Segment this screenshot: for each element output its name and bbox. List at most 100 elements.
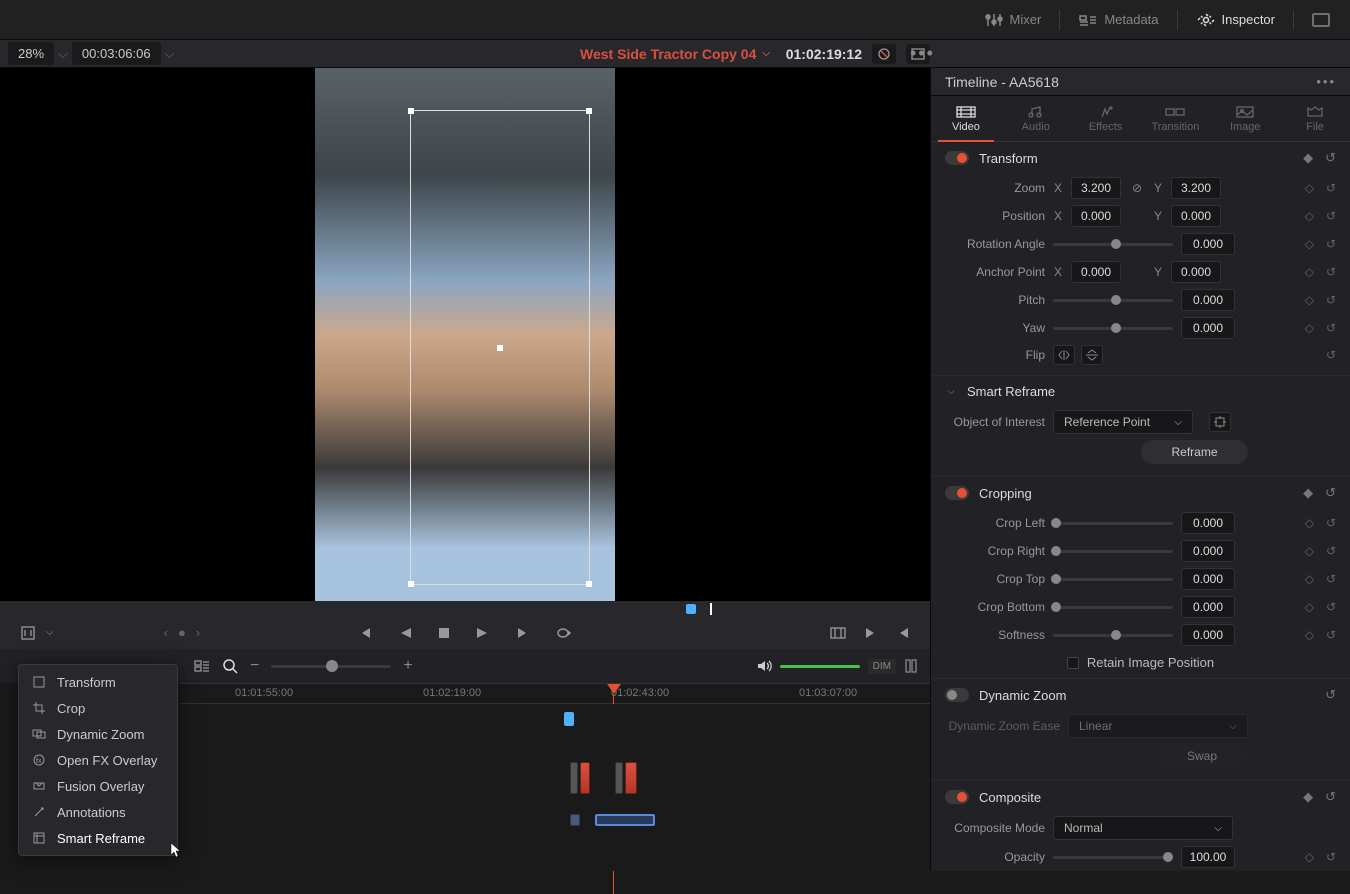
scrub-playhead[interactable]	[710, 603, 712, 615]
menu-open-fx[interactable]: fxOpen FX Overlay	[19, 747, 177, 773]
timeline-tracks[interactable]	[180, 704, 930, 872]
mixer-button[interactable]: Mixer	[974, 6, 1052, 33]
reframe-rectangle[interactable]	[410, 110, 590, 585]
pitch-input[interactable]	[1181, 289, 1235, 311]
crop-right-slider[interactable]	[1053, 550, 1173, 553]
reset-icon[interactable]: ↺	[1326, 628, 1336, 642]
keyframe-icon[interactable]: ◇	[1305, 600, 1314, 614]
handle-bottom-left[interactable]	[408, 581, 414, 587]
crop-bottom-slider[interactable]	[1053, 606, 1173, 609]
anchor-y-input[interactable]	[1171, 261, 1221, 283]
tab-image[interactable]: Image	[1210, 96, 1280, 141]
collapse-caret[interactable]: ⌵	[945, 386, 957, 397]
target-button[interactable]	[1209, 412, 1231, 432]
metadata-button[interactable]: Metadata	[1068, 6, 1168, 33]
inspector-button[interactable]: Inspector	[1186, 6, 1285, 33]
volume-slider[interactable]	[780, 665, 860, 668]
timeline-marker[interactable]	[564, 712, 574, 726]
reset-icon[interactable]: ↺	[1326, 293, 1336, 307]
handle-center[interactable]	[497, 345, 503, 351]
menu-fusion[interactable]: Fusion Overlay	[19, 773, 177, 799]
reset-icon[interactable]: ↺	[1326, 321, 1336, 335]
dynamic-zoom-toggle[interactable]	[945, 688, 969, 702]
reset-icon[interactable]: ↺	[1325, 789, 1336, 805]
yaw-slider[interactable]	[1053, 327, 1173, 330]
stop-button[interactable]	[437, 626, 451, 640]
zoom-y-input[interactable]	[1171, 177, 1221, 199]
match-frame-button[interactable]	[830, 626, 846, 640]
link-icon[interactable]: ⊘	[1129, 181, 1145, 195]
next-clip-button[interactable]	[864, 626, 878, 640]
clip[interactable]	[625, 762, 637, 794]
yaw-input[interactable]	[1181, 317, 1235, 339]
tab-transition[interactable]: Transition	[1140, 96, 1210, 141]
prev-clip-button[interactable]	[896, 626, 910, 640]
clip[interactable]	[570, 814, 580, 826]
zoom-slider[interactable]	[271, 665, 391, 668]
opacity-slider[interactable]	[1053, 856, 1173, 859]
reset-icon[interactable]: ↺	[1326, 265, 1336, 279]
last-frame-button[interactable]	[513, 626, 531, 640]
flip-h-button[interactable]	[1053, 345, 1075, 365]
reset-icon[interactable]: ↺	[1326, 348, 1336, 362]
crop-left-input[interactable]	[1181, 512, 1235, 534]
reset-icon[interactable]: ↺	[1326, 237, 1336, 251]
clip[interactable]	[580, 762, 590, 794]
first-frame-button[interactable]	[357, 626, 375, 640]
clip[interactable]	[570, 762, 578, 794]
scrubber-bar[interactable]	[0, 601, 930, 616]
zoom-percent[interactable]: 28%	[8, 42, 54, 65]
ooi-select[interactable]: Reference Point⌵	[1053, 410, 1193, 434]
keyframe-icon[interactable]: ◇	[1305, 850, 1314, 864]
timeline-ruler[interactable]: 01:01:55:00 01:02:19:00 01:02:43:00 01:0…	[180, 683, 930, 704]
menu-dynamic-zoom[interactable]: Dynamic Zoom	[19, 721, 177, 747]
handle-bottom-right[interactable]	[586, 581, 592, 587]
timecode-left[interactable]: 00:03:06:06	[72, 42, 161, 65]
opacity-input[interactable]	[1181, 846, 1235, 868]
play-button[interactable]	[475, 626, 489, 640]
mode-select[interactable]: Normal⌵	[1053, 816, 1233, 840]
dim-button[interactable]: DIM	[868, 659, 896, 674]
zoom-thumb[interactable]	[326, 660, 338, 672]
keyframe-icon[interactable]: ◇	[1305, 181, 1314, 195]
pitch-slider[interactable]	[1053, 299, 1173, 302]
bypass-icon[interactable]	[872, 44, 896, 64]
handle-top-right[interactable]	[586, 108, 592, 114]
crop-right-input[interactable]	[1181, 540, 1235, 562]
reset-icon[interactable]: ↺	[1326, 600, 1336, 614]
crop-top-input[interactable]	[1181, 568, 1235, 590]
handle-top-left[interactable]	[408, 108, 414, 114]
viewer[interactable]	[0, 68, 930, 601]
crop-bottom-input[interactable]	[1181, 596, 1235, 618]
crop-left-slider[interactable]	[1053, 522, 1173, 525]
keyframe-icon[interactable]: ◇	[1305, 572, 1314, 586]
zoom-x-input[interactable]	[1071, 177, 1121, 199]
clip[interactable]	[615, 762, 623, 794]
anchor-x-input[interactable]	[1071, 261, 1121, 283]
more-options[interactable]: •••	[910, 43, 935, 64]
softness-slider[interactable]	[1053, 634, 1173, 637]
keyframe-icon[interactable]: ◇	[1305, 265, 1314, 279]
rotation-slider[interactable]	[1053, 243, 1173, 246]
reset-icon[interactable]: ↺	[1325, 150, 1336, 166]
tab-audio[interactable]: Audio	[1001, 96, 1071, 141]
loop-button[interactable]	[555, 626, 573, 640]
reset-icon[interactable]: ↺	[1326, 572, 1336, 586]
reframe-button[interactable]: Reframe	[1141, 440, 1247, 464]
keyframe-icon[interactable]: ◇	[1305, 321, 1314, 335]
rotation-input[interactable]	[1181, 233, 1235, 255]
zoom-in-button[interactable]: +	[403, 657, 412, 675]
meters-button[interactable]	[904, 658, 918, 674]
reset-icon[interactable]: ↺	[1326, 850, 1336, 864]
timeline-view-button[interactable]	[194, 658, 210, 674]
zoom-to-fit-button[interactable]	[222, 658, 238, 674]
crop-top-slider[interactable]	[1053, 578, 1173, 581]
keyframe-icon[interactable]: ◇	[1305, 293, 1314, 307]
reset-icon[interactable]: ↺	[1326, 181, 1336, 195]
retain-checkbox[interactable]	[1067, 657, 1079, 669]
zoom-out-button[interactable]: −	[250, 657, 259, 675]
inspector-options[interactable]: •••	[1316, 74, 1336, 89]
pos-y-input[interactable]	[1171, 205, 1221, 227]
tab-video[interactable]: Video	[931, 96, 1001, 141]
menu-smart-reframe[interactable]: Smart Reframe	[19, 825, 177, 851]
